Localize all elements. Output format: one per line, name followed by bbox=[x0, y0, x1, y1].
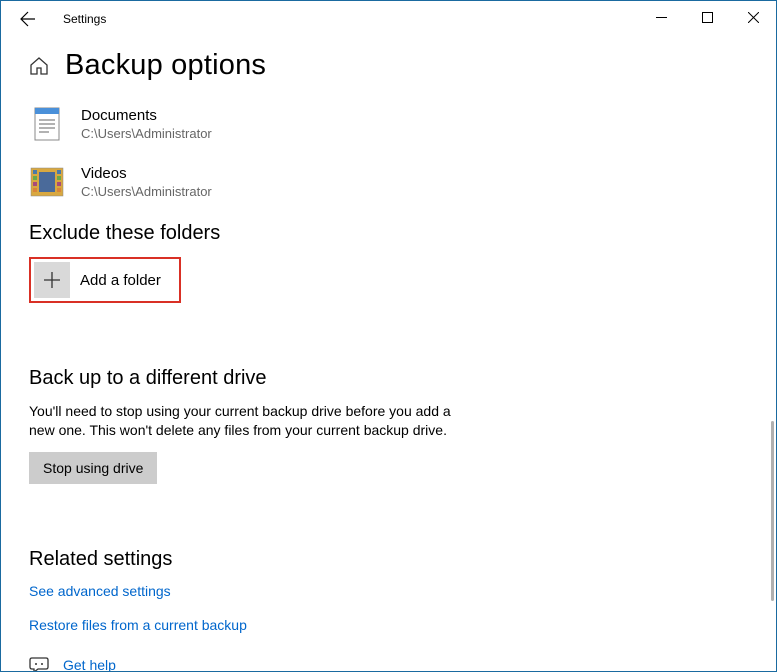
chat-help-icon bbox=[29, 655, 49, 671]
folder-info: Videos C:\Users\Administrator bbox=[81, 165, 212, 199]
maximize-icon bbox=[702, 12, 713, 23]
maximize-button[interactable] bbox=[684, 1, 730, 33]
folder-info: Documents C:\Users\Administrator bbox=[81, 107, 212, 141]
minimize-icon bbox=[656, 12, 667, 23]
page-heading-row: Backup options bbox=[29, 49, 748, 82]
scrollbar[interactable] bbox=[771, 421, 775, 601]
different-drive-description: You'll need to stop using your current b… bbox=[29, 402, 459, 440]
folder-item-videos[interactable]: Videos C:\Users\Administrator bbox=[29, 164, 748, 200]
restore-files-link[interactable]: Restore files from a current backup bbox=[29, 617, 748, 633]
get-help-link[interactable]: Get help bbox=[63, 657, 116, 671]
see-advanced-settings-link[interactable]: See advanced settings bbox=[29, 583, 748, 599]
folder-item-documents[interactable]: Documents C:\Users\Administrator bbox=[29, 106, 748, 142]
stop-using-drive-button[interactable]: Stop using drive bbox=[29, 452, 157, 484]
add-folder-label: Add a folder bbox=[80, 272, 161, 289]
folder-path: C:\Users\Administrator bbox=[81, 184, 212, 199]
content-area: Backup options Documents C:\Users\Admini… bbox=[1, 37, 776, 671]
different-drive-heading: Back up to a different drive bbox=[29, 367, 748, 390]
app-title: Settings bbox=[63, 12, 106, 26]
related-settings-heading: Related settings bbox=[29, 548, 748, 571]
folder-name: Documents bbox=[81, 107, 212, 124]
titlebar: Settings bbox=[1, 1, 776, 37]
help-row: Get help bbox=[29, 655, 748, 671]
page-title: Backup options bbox=[65, 49, 266, 82]
scrollbar-thumb[interactable] bbox=[771, 421, 774, 601]
folder-name: Videos bbox=[81, 165, 212, 182]
arrow-left-icon bbox=[20, 11, 36, 27]
close-button[interactable] bbox=[730, 1, 776, 33]
back-button[interactable] bbox=[13, 4, 43, 34]
minimize-button[interactable] bbox=[638, 1, 684, 33]
highlight-annotation: Add a folder bbox=[29, 257, 181, 303]
exclude-folders-heading: Exclude these folders bbox=[29, 222, 748, 245]
close-icon bbox=[748, 12, 759, 23]
home-icon[interactable] bbox=[29, 56, 49, 76]
video-icon bbox=[29, 164, 65, 200]
window-controls bbox=[638, 1, 776, 33]
add-folder-button[interactable]: Add a folder bbox=[34, 262, 161, 298]
plus-box bbox=[34, 262, 70, 298]
plus-icon bbox=[42, 270, 62, 290]
folder-path: C:\Users\Administrator bbox=[81, 126, 212, 141]
document-icon bbox=[29, 106, 65, 142]
